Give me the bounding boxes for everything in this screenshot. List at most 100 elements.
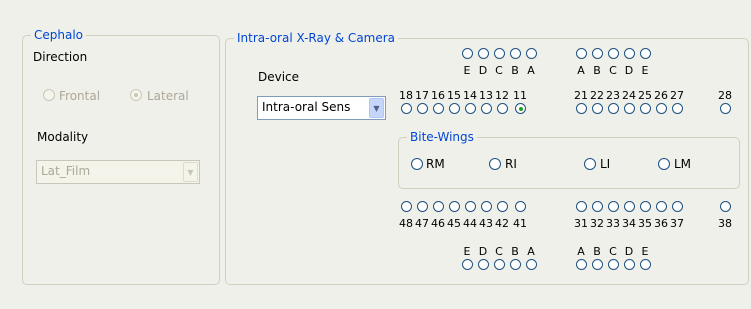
tooth-number: 48 [399, 217, 413, 230]
tooth-13[interactable] [481, 103, 492, 114]
tooth-27[interactable] [672, 103, 683, 114]
tooth-25[interactable] [640, 103, 651, 114]
tooth-62[interactable] [592, 48, 603, 59]
tooth-54[interactable] [478, 48, 489, 59]
intraoral-title: Intra-oral X-Ray & Camera [234, 31, 399, 45]
tooth-letter: C [609, 64, 617, 77]
modality-select[interactable]: Lat_Film ▼ [36, 160, 200, 184]
tooth-64[interactable] [624, 48, 635, 59]
tooth-36[interactable] [656, 201, 667, 212]
tooth-32[interactable] [592, 201, 603, 212]
tooth-24[interactable] [624, 103, 635, 114]
tooth-26[interactable] [656, 103, 667, 114]
tooth-47[interactable] [417, 201, 428, 212]
tooth-44[interactable] [465, 201, 476, 212]
tooth-16[interactable] [433, 103, 444, 114]
tooth-71[interactable] [576, 259, 587, 270]
tooth-number: 36 [654, 217, 668, 230]
tooth-51[interactable] [526, 48, 537, 59]
tooth-letter: E [641, 245, 649, 258]
tooth-48[interactable] [401, 201, 412, 212]
tooth-81[interactable] [526, 259, 537, 270]
tooth-46[interactable] [433, 201, 444, 212]
bitewing-rm-label: RM [426, 157, 445, 171]
tooth-number: 46 [431, 217, 445, 230]
tooth-34[interactable] [624, 201, 635, 212]
tooth-45[interactable] [449, 201, 460, 212]
tooth-number: 16 [431, 89, 445, 102]
tooth-43[interactable] [481, 201, 492, 212]
bitewing-ri-label: RI [505, 157, 517, 171]
tooth-number: 14 [463, 89, 477, 102]
tooth-14[interactable] [465, 103, 476, 114]
device-select[interactable]: Intra-oral Sens ▼ [257, 96, 386, 120]
direction-label: Direction [33, 50, 88, 64]
tooth-letter: D [478, 245, 488, 258]
tooth-number: 41 [513, 217, 527, 230]
tooth-11[interactable] [515, 103, 526, 114]
tooth-number: 33 [606, 217, 620, 230]
tooth-number: 31 [574, 217, 588, 230]
frontal-radio[interactable] [43, 89, 55, 101]
tooth-55[interactable] [462, 48, 473, 59]
tooth-84[interactable] [478, 259, 489, 270]
bitewing-lm-label: LM [674, 157, 692, 171]
tooth-number: 18 [399, 89, 413, 102]
tooth-41[interactable] [515, 201, 526, 212]
tooth-letter: E [463, 64, 471, 77]
tooth-number: 43 [479, 217, 493, 230]
tooth-83[interactable] [494, 259, 505, 270]
tooth-28[interactable] [720, 103, 731, 114]
tooth-53[interactable] [494, 48, 505, 59]
tooth-number: 21 [574, 89, 588, 102]
tooth-number: 15 [447, 89, 461, 102]
bitewing-rm-radio[interactable] [411, 158, 423, 170]
bitewing-ri-radio[interactable] [489, 158, 501, 170]
tooth-35[interactable] [640, 201, 651, 212]
tooth-82[interactable] [510, 259, 521, 270]
tooth-38[interactable] [720, 201, 731, 212]
tooth-42[interactable] [497, 201, 508, 212]
tooth-number: 38 [718, 217, 732, 230]
device-label: Device [258, 70, 300, 84]
tooth-letter: C [609, 245, 617, 258]
tooth-21[interactable] [576, 103, 587, 114]
lateral-label: Lateral [147, 89, 189, 103]
tooth-73[interactable] [608, 259, 619, 270]
tooth-15[interactable] [449, 103, 460, 114]
tooth-number: 13 [479, 89, 493, 102]
bitewing-li-radio[interactable] [584, 158, 596, 170]
tooth-65[interactable] [640, 48, 651, 59]
tooth-letter: A [577, 64, 585, 77]
tooth-31[interactable] [576, 201, 587, 212]
tooth-85[interactable] [462, 259, 473, 270]
tooth-63[interactable] [608, 48, 619, 59]
tooth-letter: A [527, 245, 535, 258]
tooth-17[interactable] [417, 103, 428, 114]
tooth-letter: E [463, 245, 471, 258]
tooth-74[interactable] [624, 259, 635, 270]
frontal-label: Frontal [59, 89, 101, 103]
tooth-letter: D [624, 64, 634, 77]
tooth-37[interactable] [672, 201, 683, 212]
tooth-72[interactable] [592, 259, 603, 270]
tooth-75[interactable] [640, 259, 651, 270]
tooth-number: 26 [654, 89, 668, 102]
lateral-radio[interactable] [130, 89, 142, 101]
tooth-18[interactable] [401, 103, 412, 114]
tooth-letter: B [511, 245, 519, 258]
chevron-down-icon: ▼ [183, 162, 198, 182]
tooth-number: 37 [670, 217, 684, 230]
tooth-letter: B [593, 245, 601, 258]
tooth-12[interactable] [497, 103, 508, 114]
tooth-number: 27 [670, 89, 684, 102]
tooth-61[interactable] [576, 48, 587, 59]
tooth-33[interactable] [608, 201, 619, 212]
tooth-23[interactable] [608, 103, 619, 114]
cephalo-title: Cephalo [31, 28, 87, 42]
tooth-52[interactable] [510, 48, 521, 59]
tooth-number: 47 [415, 217, 429, 230]
bitewing-lm-radio[interactable] [658, 158, 670, 170]
tooth-22[interactable] [592, 103, 603, 114]
tooth-number: 32 [590, 217, 604, 230]
